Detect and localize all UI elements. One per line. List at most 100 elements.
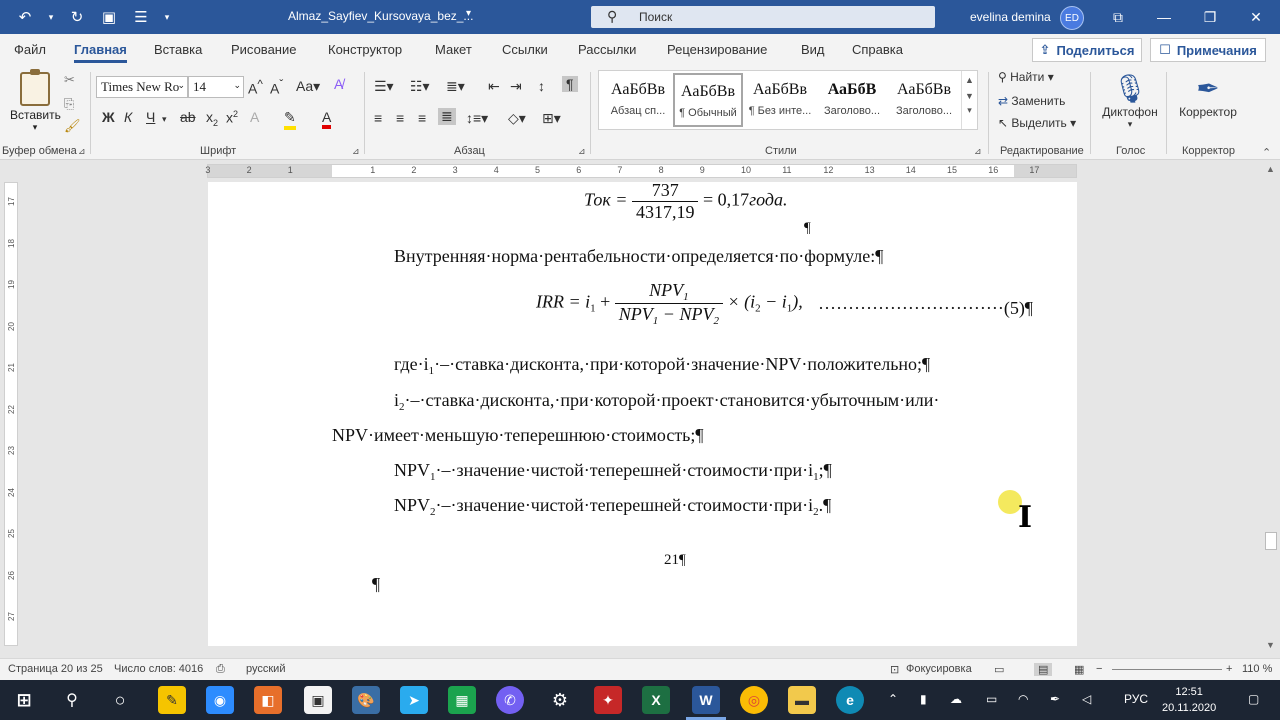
photoshop-icon[interactable]: ▣ bbox=[304, 686, 332, 714]
focus-mode[interactable]: Фокусировка bbox=[906, 663, 972, 675]
underline-icon[interactable]: Ч bbox=[146, 109, 155, 125]
calculator-icon[interactable]: ▦ bbox=[448, 686, 476, 714]
edge-icon[interactable]: e bbox=[836, 686, 864, 714]
notifications-icon[interactable]: ▢ bbox=[1248, 692, 1259, 706]
tab-references[interactable]: Ссылки bbox=[502, 42, 548, 57]
tab-design[interactable]: Конструктор bbox=[328, 42, 402, 57]
cut-icon[interactable]: ✂ bbox=[64, 72, 75, 88]
bold-icon[interactable]: Ж bbox=[102, 109, 115, 125]
sort-icon[interactable]: ↕ bbox=[538, 78, 545, 94]
windows-start-icon[interactable]: ⊞ bbox=[10, 686, 38, 714]
more-styles-icon[interactable]: ▾ bbox=[962, 105, 977, 116]
chevron-up-icon[interactable]: ▲ bbox=[1266, 164, 1275, 174]
paint-icon[interactable]: 🎨 bbox=[352, 686, 380, 714]
page-count[interactable]: Страница 20 из 25 bbox=[8, 663, 103, 675]
search-box[interactable]: ⚲ Поиск bbox=[591, 6, 935, 28]
tab-file[interactable]: Файл bbox=[14, 42, 46, 57]
collapse-ribbon-icon[interactable]: ⌃ bbox=[1262, 146, 1271, 159]
volume-icon[interactable]: ◁ bbox=[1082, 692, 1091, 706]
replace-button[interactable]: ⇄ Заменить bbox=[998, 94, 1065, 108]
align-right-icon[interactable]: ≡ bbox=[418, 110, 426, 126]
font-color-icon[interactable]: A bbox=[322, 109, 332, 129]
zoom-app-icon[interactable]: ◉ bbox=[206, 686, 234, 714]
redo-icon[interactable]: ↻ bbox=[66, 6, 88, 28]
minimize-button[interactable]: — bbox=[1152, 6, 1176, 28]
paste-button[interactable]: Вставить ▾ bbox=[10, 69, 61, 133]
find-button[interactable]: ⚲ Найти ▾ bbox=[998, 70, 1054, 84]
undo-icon[interactable]: ↶ bbox=[14, 6, 36, 28]
bullets-icon[interactable]: ☰▾ bbox=[374, 78, 394, 95]
print-layout-icon[interactable]: ▤ bbox=[1034, 663, 1053, 676]
zoom-in-icon[interactable]: + bbox=[1226, 663, 1232, 675]
document-page[interactable]: Ток = 737 4317,19 = 0,17года. ¶ Внутренн… bbox=[208, 180, 1077, 646]
numbering-icon[interactable]: ☷▾ bbox=[410, 78, 430, 95]
tab-mailings[interactable]: Рассылки bbox=[578, 42, 636, 57]
avatar[interactable]: ED bbox=[1060, 6, 1084, 30]
chevron-down-icon[interactable]: ▾ bbox=[46, 6, 56, 28]
settings-icon[interactable]: ⚙ bbox=[546, 686, 574, 714]
dialog-launcher-icon[interactable]: ⊿ bbox=[352, 146, 360, 157]
clock[interactable]: 12:51 20.11.2020 bbox=[1162, 684, 1216, 716]
telegram-icon[interactable]: ➤ bbox=[400, 686, 428, 714]
tab-review[interactable]: Рецензирование bbox=[667, 42, 767, 57]
proofing-icon[interactable]: ⎙ bbox=[216, 663, 225, 676]
focus-icon[interactable]: ⊡ bbox=[890, 663, 899, 676]
wolfram-icon[interactable]: ✦ bbox=[594, 686, 622, 714]
shrink-font-icon[interactable]: Aˇ bbox=[270, 78, 283, 97]
align-center-icon[interactable]: ≡ bbox=[396, 110, 404, 126]
chevron-down-icon[interactable]: ▾ bbox=[162, 114, 167, 125]
style-normal[interactable]: АаБбВв ¶ Обычный bbox=[673, 73, 743, 127]
touch-mode-icon[interactable]: ☰ bbox=[130, 6, 152, 28]
font-size-input[interactable]: 14 ⌄ bbox=[188, 76, 244, 98]
customize-qat-icon[interactable]: ▾ bbox=[162, 6, 172, 28]
justify-icon[interactable]: ≣ bbox=[438, 108, 456, 125]
save-icon[interactable]: ▣ bbox=[98, 6, 120, 28]
user-name[interactable]: evelina demina bbox=[970, 10, 1051, 24]
chevron-up-icon[interactable]: ▲ bbox=[962, 75, 977, 85]
vertical-ruler[interactable]: 17 18 19 20 21 22 23 24 25 26 27 bbox=[4, 182, 18, 646]
copy-icon[interactable]: ⎘ bbox=[64, 96, 74, 112]
borders-icon[interactable]: ⊞▾ bbox=[542, 110, 561, 127]
styles-scroll[interactable]: ▲ ▼ ▾ bbox=[961, 71, 977, 129]
sticky-notes-icon[interactable]: ✎ bbox=[158, 686, 186, 714]
close-button[interactable]: ✕ bbox=[1244, 6, 1268, 28]
tab-layout[interactable]: Макет bbox=[435, 42, 472, 57]
dialog-launcher-icon[interactable]: ⊿ bbox=[578, 146, 586, 157]
increase-indent-icon[interactable]: ⇥ bbox=[510, 78, 522, 95]
dictate-button[interactable]: 🎙 Диктофон ▾ bbox=[1100, 72, 1160, 130]
style-heading-2[interactable]: АаБбВв Заголово... bbox=[889, 73, 959, 127]
strikethrough-icon[interactable]: ab bbox=[180, 109, 196, 125]
chevron-up-icon[interactable]: ⌃ bbox=[888, 692, 898, 706]
tab-home[interactable]: Главная bbox=[74, 42, 127, 63]
file-explorer-icon[interactable]: ▬ bbox=[788, 686, 816, 714]
italic-icon[interactable]: К bbox=[124, 109, 132, 125]
comments-button[interactable]: ☐ Примечания bbox=[1150, 38, 1266, 62]
ribbon-display-icon[interactable]: ⧉ bbox=[1106, 6, 1130, 28]
task-view-icon[interactable]: ○ bbox=[106, 686, 134, 714]
shading-icon[interactable]: ◇▾ bbox=[508, 110, 526, 127]
style-no-spacing[interactable]: АаБбВв ¶ Без инте... bbox=[745, 73, 815, 127]
grow-font-icon[interactable]: A^ bbox=[248, 78, 263, 97]
select-button[interactable]: ↖ Выделить ▾ bbox=[998, 116, 1076, 130]
battery-icon[interactable]: ▭ bbox=[986, 692, 997, 706]
excel-icon[interactable]: X bbox=[642, 686, 670, 714]
chevron-down-icon[interactable]: ▼ bbox=[1266, 640, 1275, 650]
cloud-icon[interactable]: ☁ bbox=[950, 692, 962, 706]
format-painter-icon[interactable]: 🖌 bbox=[64, 118, 81, 134]
style-heading-1[interactable]: АаБбВ Заголово... bbox=[817, 73, 887, 127]
input-language[interactable]: РУС bbox=[1124, 692, 1148, 706]
usb-icon[interactable]: ▮ bbox=[920, 692, 927, 706]
line-spacing-icon[interactable]: ↕≡▾ bbox=[466, 110, 488, 127]
photo-editor-icon[interactable]: ◧ bbox=[254, 686, 282, 714]
wifi-icon[interactable]: ◠ bbox=[1018, 692, 1028, 706]
multilevel-list-icon[interactable]: ≣▾ bbox=[446, 78, 465, 95]
highlight-icon[interactable]: ✎ bbox=[284, 109, 296, 130]
web-layout-icon[interactable]: ▦ bbox=[1074, 663, 1084, 676]
vertical-scrollbar[interactable]: ▲ ▼ bbox=[1262, 160, 1280, 654]
editor-button[interactable]: ✒ Корректор bbox=[1176, 72, 1240, 119]
clear-formatting-icon[interactable]: A̸ bbox=[334, 76, 343, 92]
chevron-down-icon[interactable]: ▼ bbox=[962, 91, 977, 101]
change-case-icon[interactable]: Aa▾ bbox=[296, 78, 320, 95]
word-count[interactable]: Число слов: 4016 bbox=[114, 663, 203, 675]
horizontal-ruler[interactable]: 3 2 1 1 2 3 4 5 6 7 8 9 10 11 12 13 14 15 16 17 bbox=[0, 160, 1280, 182]
